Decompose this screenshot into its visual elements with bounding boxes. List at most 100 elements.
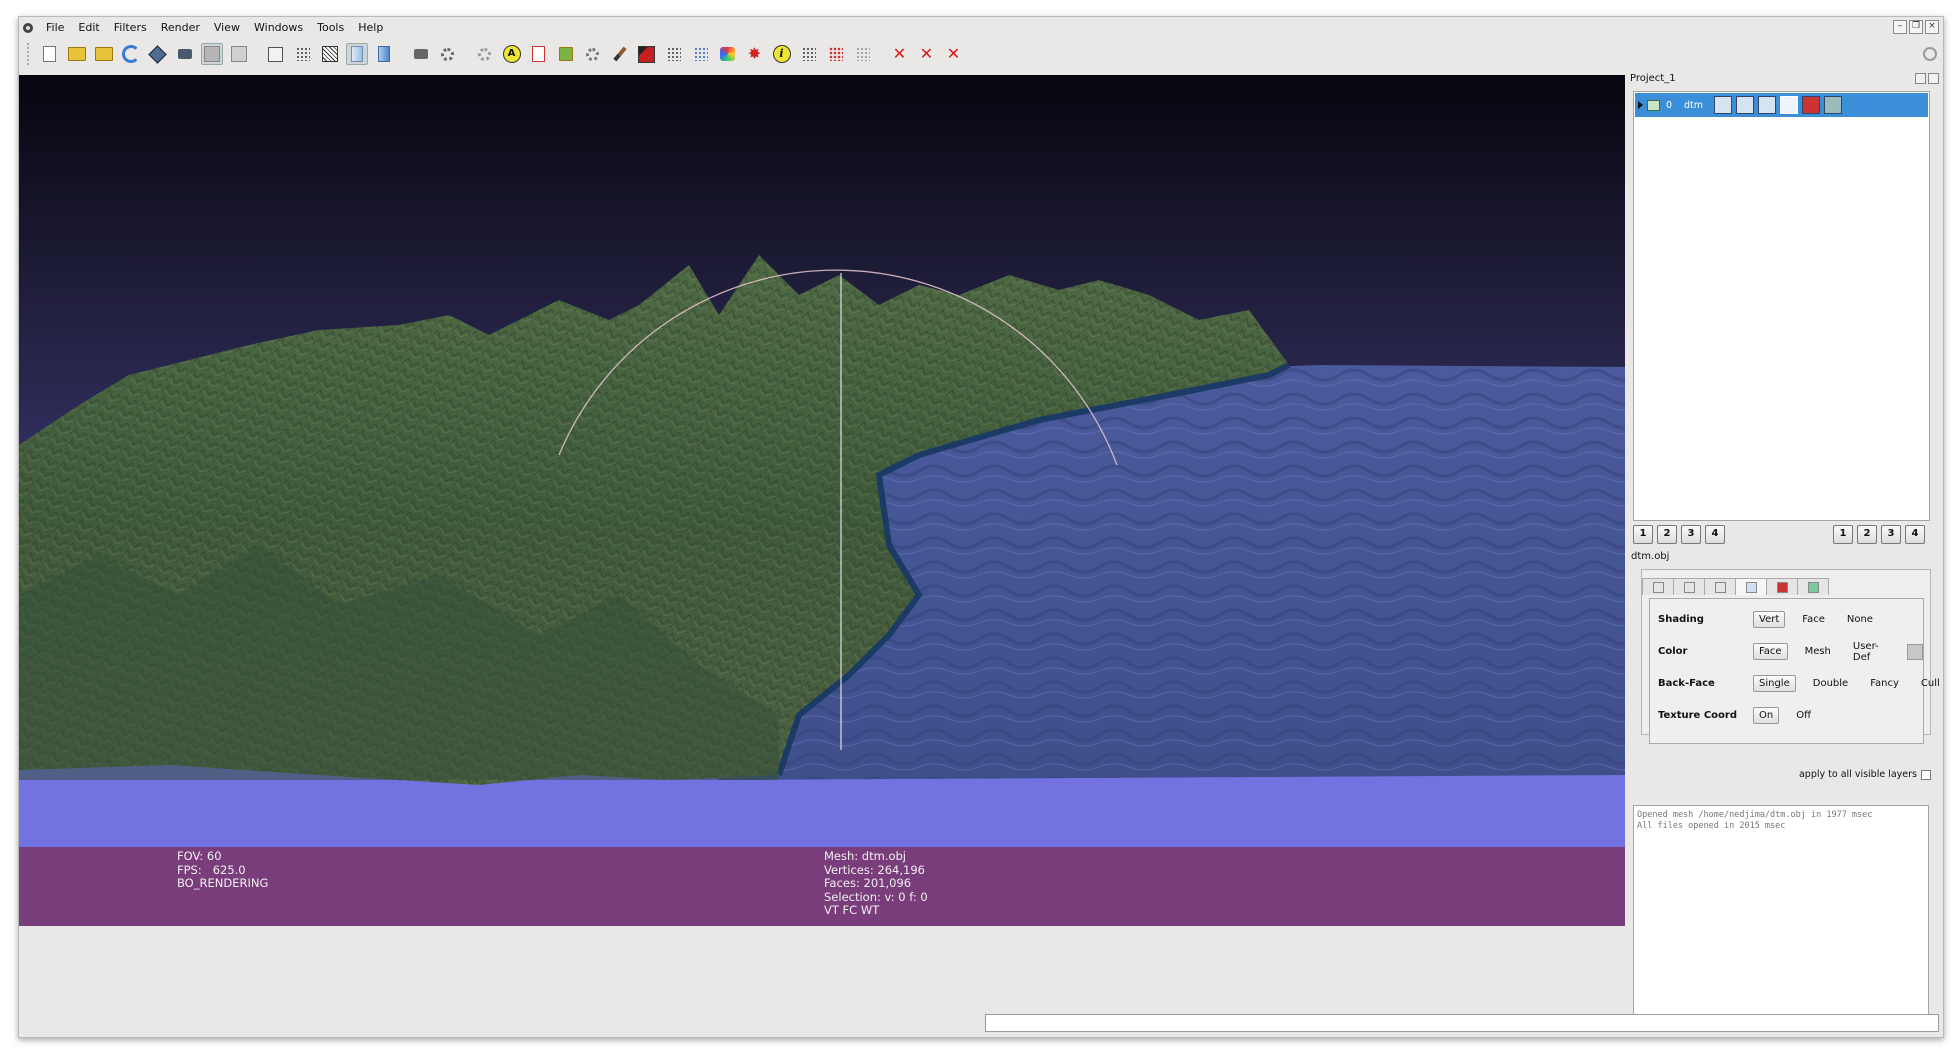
texcoord-on-button[interactable]: On (1753, 707, 1780, 724)
delete-selection-icon[interactable]: ✕ (943, 43, 965, 65)
layer-index: 0 (1666, 99, 1673, 111)
points-icon[interactable] (228, 43, 250, 65)
app-logo-icon (23, 23, 33, 33)
shading-none-button[interactable]: None (1842, 612, 1878, 627)
measure-tool-icon[interactable] (474, 43, 496, 65)
tab-bbox[interactable] (1642, 578, 1674, 595)
menu-render[interactable]: Render (154, 17, 207, 39)
new-project-icon[interactable] (39, 43, 61, 65)
smooth-shading-icon[interactable] (373, 43, 395, 65)
menu-view[interactable]: View (207, 17, 247, 39)
backface-cull-button[interactable]: Cull (1916, 676, 1945, 691)
color-mesh-button[interactable]: Mesh (1800, 644, 1836, 659)
mesh-name-label: dtm.obj (1631, 551, 1670, 562)
info-fps: FPS: 625.0 (177, 862, 246, 877)
paint-icon[interactable] (555, 43, 577, 65)
snapshot-icon[interactable] (174, 43, 196, 65)
log-panel[interactable]: Opened mesh /home/nedjima/dtm.obj in 197… (1633, 805, 1929, 1017)
minimize-icon[interactable]: – (1893, 20, 1907, 34)
flat-shading-icon[interactable] (345, 43, 368, 65)
tab-extra[interactable] (1797, 578, 1829, 595)
view-slot-button[interactable]: 3 (1881, 525, 1901, 544)
layer-dock: Project_1 0 dtm 1 2 3 4 1 2 3 4 dtm.obj … (1629, 73, 1941, 1029)
layer-texture-icon[interactable] (1802, 96, 1820, 114)
delete-vertices-icon[interactable]: ✕ (889, 43, 911, 65)
tab-wire[interactable] (1704, 578, 1736, 595)
backface-label: Back-Face (1658, 678, 1715, 689)
view-slot-button[interactable]: 3 (1681, 525, 1701, 544)
view-slot-button[interactable]: 2 (1657, 525, 1677, 544)
tab-texture[interactable] (1766, 578, 1798, 595)
select-red-star-icon[interactable]: ✸ (744, 43, 766, 65)
delete-faces-icon[interactable]: ✕ (916, 43, 938, 65)
shading-vert-button[interactable]: Vert (1753, 611, 1786, 628)
view-slot-button[interactable]: 2 (1857, 525, 1877, 544)
toolbar-grip[interactable] (27, 43, 32, 65)
menu-windows[interactable]: Windows (247, 17, 310, 39)
layers-icon[interactable] (410, 43, 432, 65)
dock-float-icon[interactable] (1915, 73, 1926, 84)
shading-face-button[interactable]: Face (1797, 612, 1830, 627)
color-userdef-button[interactable]: User-Def (1848, 639, 1901, 665)
bbox-icon[interactable] (200, 43, 223, 65)
box-icon[interactable] (265, 43, 287, 65)
layer-name: dtm (1684, 99, 1704, 111)
info-faces: Faces: 201,096 (824, 876, 912, 891)
layer-points-icon[interactable] (1736, 96, 1754, 114)
layer-bbox-icon[interactable] (1714, 96, 1732, 114)
reload-icon[interactable] (120, 43, 142, 65)
view-slot-button[interactable]: 1 (1833, 525, 1853, 544)
select-faces-icon[interactable] (663, 43, 685, 65)
terrain-render (19, 255, 1625, 850)
menu-filters[interactable]: Filters (107, 17, 154, 39)
user-color-swatch[interactable] (1907, 643, 1923, 660)
tab-solid[interactable] (1735, 578, 1767, 595)
backface-double-button[interactable]: Double (1808, 676, 1853, 691)
close-icon[interactable]: × (1925, 20, 1939, 34)
pick-points-icon[interactable] (528, 43, 550, 65)
info-icon[interactable]: i (771, 43, 793, 65)
restore-icon[interactable]: ❐ (1909, 20, 1923, 34)
layer-flat-icon[interactable] (1780, 96, 1798, 114)
apply-all-layers[interactable]: apply to all visible layers (1799, 769, 1931, 780)
wireframe-icon[interactable] (319, 43, 341, 65)
texcoord-off-button[interactable]: Off (1791, 708, 1816, 723)
open-project-icon[interactable] (66, 43, 88, 65)
select-grey-icon[interactable] (852, 43, 874, 65)
vertex-dots-icon[interactable] (292, 43, 314, 65)
layer-settings-icon[interactable] (1824, 96, 1842, 114)
menu-help[interactable]: Help (351, 17, 390, 39)
backface-fancy-button[interactable]: Fancy (1865, 676, 1904, 691)
view-slot-button[interactable]: 4 (1705, 525, 1725, 544)
colorize-icon[interactable] (690, 43, 712, 65)
menu-tools[interactable]: Tools (310, 17, 351, 39)
annotation-a-icon[interactable]: A (501, 43, 523, 65)
brush-icon[interactable] (582, 43, 604, 65)
apply-all-checkbox[interactable] (1921, 769, 1931, 780)
select-connected-icon[interactable] (798, 43, 820, 65)
expand-arrow-icon[interactable] (1638, 101, 1643, 109)
layer-row[interactable]: 0 dtm (1635, 93, 1928, 117)
select-red-icon[interactable] (825, 43, 847, 65)
edit-tool-icon[interactable] (437, 43, 459, 65)
menu-file[interactable]: File (39, 17, 71, 39)
color-face-button[interactable]: Face (1752, 643, 1788, 660)
tab-points[interactable] (1673, 578, 1705, 595)
export-icon[interactable] (147, 43, 169, 65)
open-mesh-icon[interactable] (93, 43, 115, 65)
visibility-eye-icon[interactable] (1647, 99, 1660, 111)
align-icon[interactable] (717, 43, 739, 65)
menu-edit[interactable]: Edit (71, 17, 106, 39)
3d-viewport[interactable]: FOV: 60 FPS: 625.0 BO_RENDERING Mesh: dtm.… (19, 75, 1625, 926)
texture-red-icon[interactable] (609, 43, 631, 65)
wire-icon (1714, 581, 1726, 593)
view-slot-button[interactable]: 1 (1633, 525, 1653, 544)
select-vertices-icon[interactable] (636, 43, 658, 65)
backface-single-button[interactable]: Single (1753, 675, 1796, 692)
search-icon[interactable] (1919, 43, 1941, 65)
layer-list[interactable]: 0 dtm (1633, 91, 1930, 521)
view-slot-button[interactable]: 4 (1905, 525, 1925, 544)
box-icon (1652, 581, 1664, 593)
layer-wire-icon[interactable] (1758, 96, 1776, 114)
dock-close-icon[interactable] (1928, 73, 1939, 84)
